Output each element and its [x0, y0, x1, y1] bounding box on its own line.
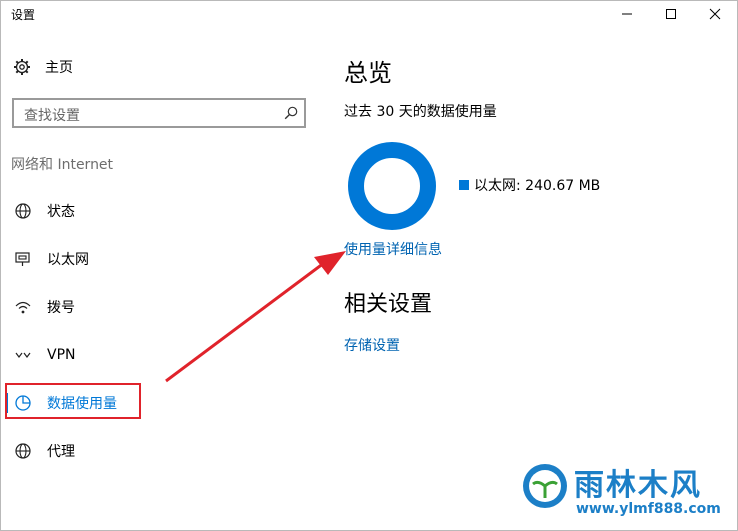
related-settings-heading: 相关设置: [344, 292, 433, 317]
usage-legend: 以太网: 240.67 MB: [459, 175, 600, 195]
sidebar-item-ethernet[interactable]: 以太网: [13, 247, 89, 271]
page-title: 总览: [344, 59, 392, 87]
title-bar: 设置: [1, 1, 737, 29]
sidebar-item-label: 以太网: [47, 252, 89, 268]
dialup-icon: [15, 301, 31, 314]
sidebar-item-label: 主页: [45, 60, 73, 76]
sidebar-item-dialup[interactable]: 拨号: [13, 295, 75, 319]
storage-settings-link[interactable]: 存储设置: [344, 335, 400, 355]
sidebar-item-label: 拨号: [47, 300, 75, 316]
search-icon[interactable]: [284, 106, 298, 120]
minimize-button[interactable]: [605, 1, 649, 27]
sidebar-item-label: 代理: [47, 444, 75, 460]
usage-period-label: 过去 30 天的数据使用量: [344, 104, 497, 120]
watermark-url: www.ylmf888.com: [576, 501, 721, 517]
close-icon: [709, 8, 721, 20]
maximize-button[interactable]: [649, 1, 693, 27]
watermark-brand: 雨林木风: [574, 468, 702, 503]
legend-label: 以太网: 240.67 MB: [474, 178, 601, 194]
window-title: 设置: [11, 8, 36, 22]
sidebar-item-home[interactable]: 主页: [13, 56, 73, 78]
maximize-icon: [666, 9, 676, 19]
ethernet-icon: [15, 252, 30, 266]
sidebar-item-proxy[interactable]: 代理: [13, 439, 75, 463]
globe-status-icon: [15, 203, 31, 219]
watermark-logo-icon: [523, 464, 567, 508]
usage-details-link[interactable]: 使用量详细信息: [344, 239, 442, 259]
close-button[interactable]: [693, 1, 737, 27]
search-input[interactable]: 查找设置: [12, 98, 306, 128]
sidebar-item-status[interactable]: 状态: [13, 199, 75, 223]
sidebar-item-vpn[interactable]: VPN: [13, 343, 76, 367]
globe-icon: [15, 443, 31, 459]
vpn-icon: [15, 352, 31, 358]
legend-swatch: [459, 180, 469, 190]
sidebar-item-label: VPN: [47, 347, 76, 363]
gear-icon: [14, 59, 30, 75]
search-placeholder: 查找设置: [24, 108, 80, 124]
minimize-icon: [622, 13, 632, 15]
usage-donut-chart: [348, 142, 436, 230]
section-heading: 网络和 Internet: [11, 157, 114, 173]
settings-window: 设置 主页 查找设置 网络和 Internet 状态 以太网 拨号 VPN 数据…: [0, 0, 738, 531]
sidebar-item-label: 状态: [47, 204, 75, 220]
annotation-highlight-box: [5, 383, 141, 419]
